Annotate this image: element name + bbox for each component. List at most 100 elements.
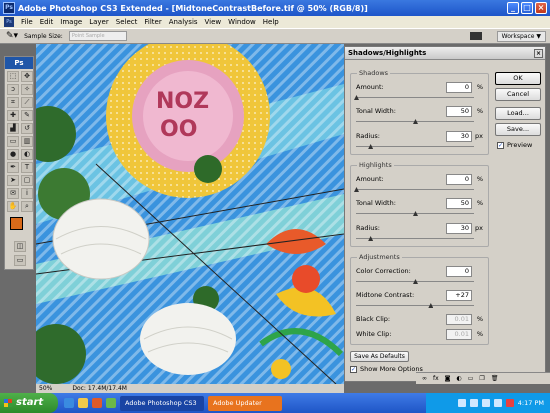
close-button[interactable]: × — [535, 2, 547, 14]
shadows-tonal-label: Tonal Width: — [356, 107, 396, 115]
start-button[interactable]: start — [0, 393, 58, 413]
move-tool-icon[interactable]: ✥ — [21, 71, 33, 82]
task-adobe-updater[interactable]: Adobe Updater — [208, 395, 282, 411]
quick-launch — [58, 398, 116, 408]
color-correction-row: Color Correction: 0 — [356, 266, 484, 277]
tray-icon[interactable] — [481, 399, 490, 407]
taskbar: start Adobe Photoshop CS3 ... Adobe Upda… — [0, 393, 550, 413]
notes-tool-icon[interactable]: ✉ — [7, 188, 19, 199]
shadows-amount-field[interactable]: 0 — [446, 82, 472, 93]
gradient-tool-icon[interactable]: ▥ — [21, 136, 33, 147]
lasso-tool-icon[interactable]: ↄ — [7, 84, 19, 95]
shadows-tonal-field[interactable]: 50 — [446, 106, 472, 117]
workspace-icon[interactable] — [470, 32, 482, 40]
midtone-contrast-slider[interactable] — [356, 303, 474, 308]
white-clip-field[interactable]: 0.01 — [446, 329, 472, 340]
task-photoshop[interactable]: Adobe Photoshop CS3 ... — [120, 395, 204, 411]
brush-tool-icon[interactable]: ✎ — [21, 110, 33, 121]
blur-tool-icon[interactable]: ● — [7, 149, 19, 160]
color-correction-slider[interactable] — [356, 279, 474, 284]
eyedropper-tool-icon[interactable]: ⅰ — [21, 188, 33, 199]
shadows-radius-row: Radius: 30 px — [356, 131, 484, 142]
quick-mask-icon[interactable]: ◫ — [14, 241, 26, 252]
new-group-icon[interactable]: ▭ — [468, 375, 474, 382]
stamp-tool-icon[interactable]: ▟ — [7, 123, 19, 134]
foreground-color-swatch[interactable] — [10, 217, 23, 230]
tray-icon[interactable] — [469, 399, 478, 407]
adjustments-group-label: Adjustments — [357, 253, 402, 261]
magic-wand-tool-icon[interactable]: ✧ — [21, 84, 33, 95]
highlights-tonal-slider[interactable] — [356, 211, 474, 216]
layer-mask-icon[interactable]: ◙ — [445, 375, 451, 382]
ok-button[interactable]: OK — [495, 72, 541, 85]
highlights-amount-field[interactable]: 0 — [446, 174, 472, 185]
start-label: start — [16, 397, 44, 408]
marquee-tool-icon[interactable]: ⬚ — [7, 71, 19, 82]
menu-filter[interactable]: Filter — [144, 18, 161, 26]
menu-analysis[interactable]: Analysis — [169, 18, 198, 26]
shadows-radius-slider[interactable] — [356, 144, 474, 149]
eraser-tool-icon[interactable]: ▭ — [7, 136, 19, 147]
path-select-tool-icon[interactable]: ➤ — [7, 175, 19, 186]
menu-layer[interactable]: Layer — [89, 18, 109, 26]
folder-icon[interactable] — [78, 398, 88, 408]
type-tool-icon[interactable]: T — [21, 162, 33, 173]
shape-tool-icon[interactable]: ▢ — [21, 175, 33, 186]
preview-checkbox[interactable]: ✓ — [497, 142, 504, 149]
healing-tool-icon[interactable]: ✚ — [7, 110, 19, 121]
menu-file[interactable]: File — [21, 18, 33, 26]
link-layers-icon[interactable]: ∞ — [422, 375, 427, 382]
adjustment-layer-icon[interactable]: ◐ — [457, 375, 462, 382]
cancel-button[interactable]: Cancel — [495, 88, 541, 101]
menu-select[interactable]: Select — [116, 18, 138, 26]
save-button[interactable]: Save... — [495, 123, 541, 136]
highlights-group-label: Highlights — [357, 161, 394, 169]
menu-help[interactable]: Help — [263, 18, 279, 26]
highlights-radius-field[interactable]: 30 — [446, 223, 472, 234]
shadows-tonal-slider[interactable] — [356, 119, 474, 124]
dialog-close-icon[interactable]: × — [534, 49, 543, 58]
menu-edit[interactable]: Edit — [40, 18, 54, 26]
color-correction-field[interactable]: 0 — [446, 266, 472, 277]
dodge-tool-icon[interactable]: ◐ — [21, 149, 33, 160]
zoom-level[interactable]: 50% — [39, 384, 52, 393]
midtone-contrast-field[interactable]: +27 — [446, 290, 472, 301]
history-brush-tool-icon[interactable]: ↺ — [21, 123, 33, 134]
layer-style-icon[interactable]: fx — [433, 375, 439, 382]
screen-mode-icon[interactable]: ▭ — [14, 255, 26, 266]
media-icon[interactable] — [92, 398, 102, 408]
load-button[interactable]: Load... — [495, 107, 541, 120]
document-canvas[interactable]: NOZ OO — [36, 44, 344, 384]
ps-logo: Ps — [5, 57, 33, 69]
highlights-tonal-field[interactable]: 50 — [446, 198, 472, 209]
save-as-defaults-button[interactable]: Save As Defaults — [350, 351, 409, 362]
maximize-button[interactable]: □ — [521, 2, 533, 14]
tray-icon[interactable] — [505, 399, 514, 407]
pen-tool-icon[interactable]: ✒ — [7, 162, 19, 173]
sample-size-select[interactable]: Point Sample — [68, 31, 127, 41]
highlights-amount-slider[interactable] — [354, 187, 474, 192]
show-more-options-checkbox[interactable]: ✓ — [350, 366, 357, 373]
black-clip-field[interactable]: 0.01 — [446, 314, 472, 325]
crop-tool-icon[interactable]: ⌗ — [7, 97, 19, 108]
new-layer-icon[interactable]: ❐ — [479, 375, 484, 382]
menu-image[interactable]: Image — [60, 18, 82, 26]
tray-icon[interactable] — [457, 399, 466, 407]
zoom-tool-icon[interactable]: ⌕ — [21, 201, 33, 212]
hand-tool-icon[interactable]: ✋ — [7, 201, 19, 212]
workspace-menu[interactable]: Workspace ▼ — [496, 31, 546, 42]
menu-view[interactable]: View — [205, 18, 222, 26]
eyedropper-icon[interactable]: ✎▾ — [6, 31, 18, 41]
app-icon[interactable] — [106, 398, 116, 408]
clock[interactable]: 4:17 PM — [518, 399, 544, 407]
tray-icon[interactable] — [493, 399, 502, 407]
minimize-button[interactable]: _ — [507, 2, 519, 14]
ie-icon[interactable] — [64, 398, 74, 408]
menu-window[interactable]: Window — [228, 18, 256, 26]
delete-layer-icon[interactable]: 🗑 — [491, 375, 499, 382]
slice-tool-icon[interactable]: ⟋ — [21, 97, 33, 108]
shadows-amount-slider[interactable] — [354, 95, 474, 100]
shadows-radius-field[interactable]: 30 — [446, 131, 472, 142]
color-correction-label: Color Correction: — [356, 267, 411, 275]
highlights-radius-slider[interactable] — [356, 236, 474, 241]
